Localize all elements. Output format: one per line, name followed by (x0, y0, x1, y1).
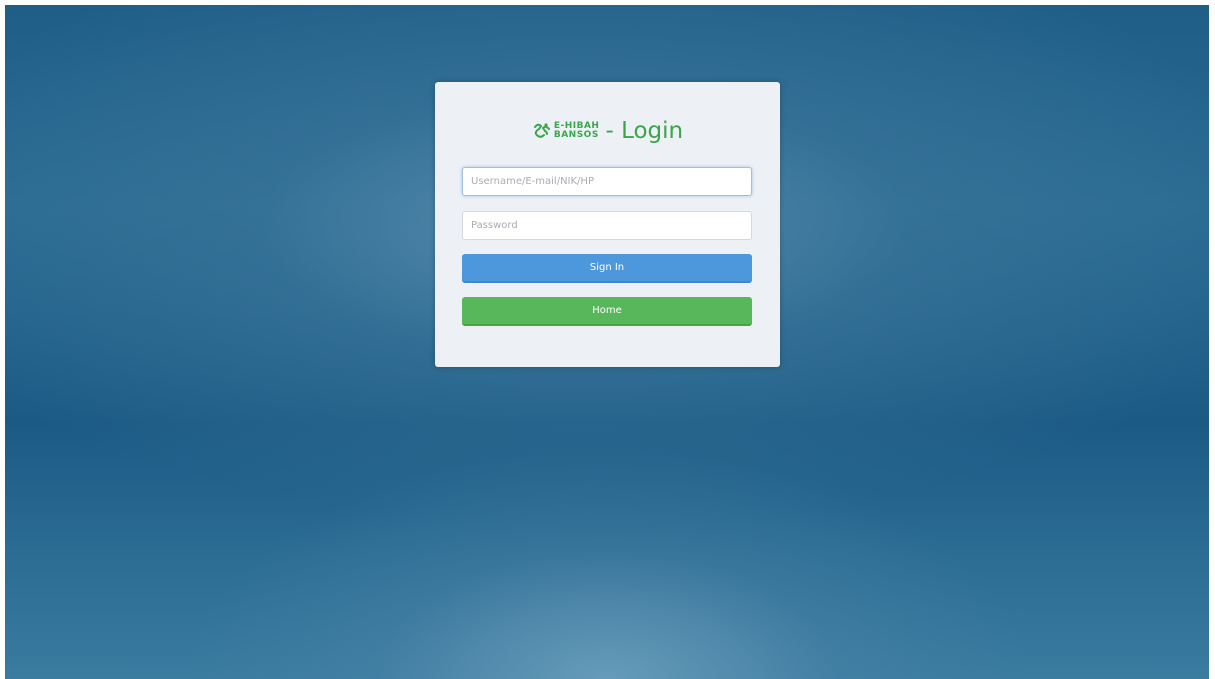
app-logo: E-HIBAH BANSOS (532, 121, 600, 141)
logo-text-line2: BANSOS (553, 130, 599, 140)
login-header: E-HIBAH BANSOS - Login (435, 114, 780, 148)
home-button[interactable]: Home (462, 297, 752, 326)
login-panel: E-HIBAH BANSOS - Login Sign In Home (435, 82, 780, 367)
password-input[interactable] (462, 211, 752, 240)
sign-in-button[interactable]: Sign In (462, 254, 752, 283)
username-input[interactable] (462, 167, 752, 196)
sign-in-button-label: Sign In (589, 262, 625, 273)
home-button-label: Home (592, 305, 622, 316)
page-title: - Login (605, 118, 684, 144)
logo-text: E-HIBAH BANSOS (554, 122, 600, 140)
page-background: E-HIBAH BANSOS - Login Sign In Home (5, 5, 1209, 679)
handshake-logo-icon (533, 123, 550, 138)
